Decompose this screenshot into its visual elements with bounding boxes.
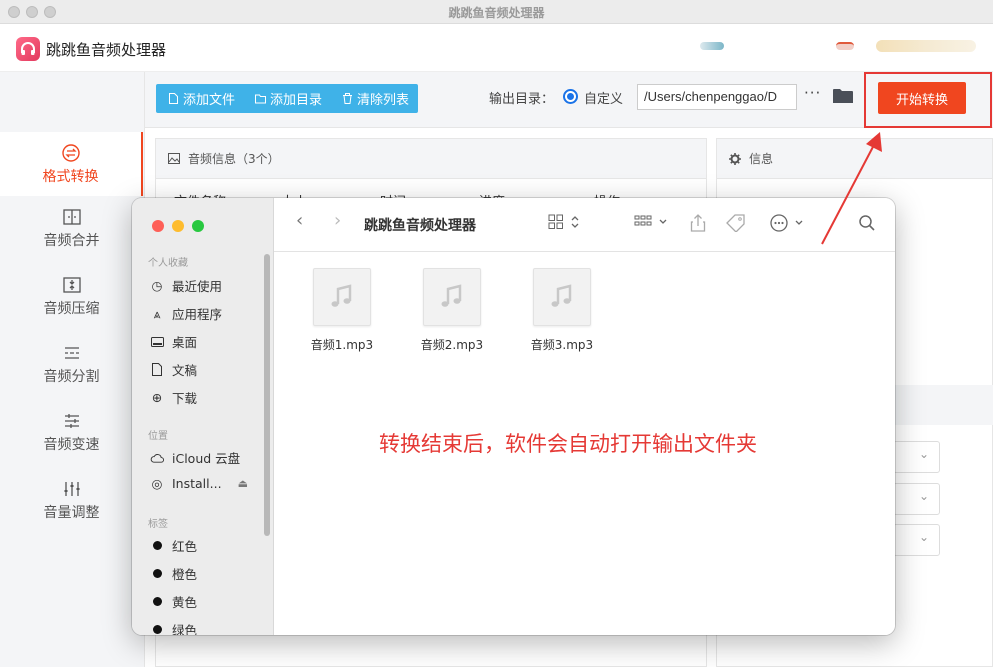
annotation-text: 转换结束后，软件会自动打开输出文件夹 [379,432,757,456]
annotation-arrow [821,132,882,245]
